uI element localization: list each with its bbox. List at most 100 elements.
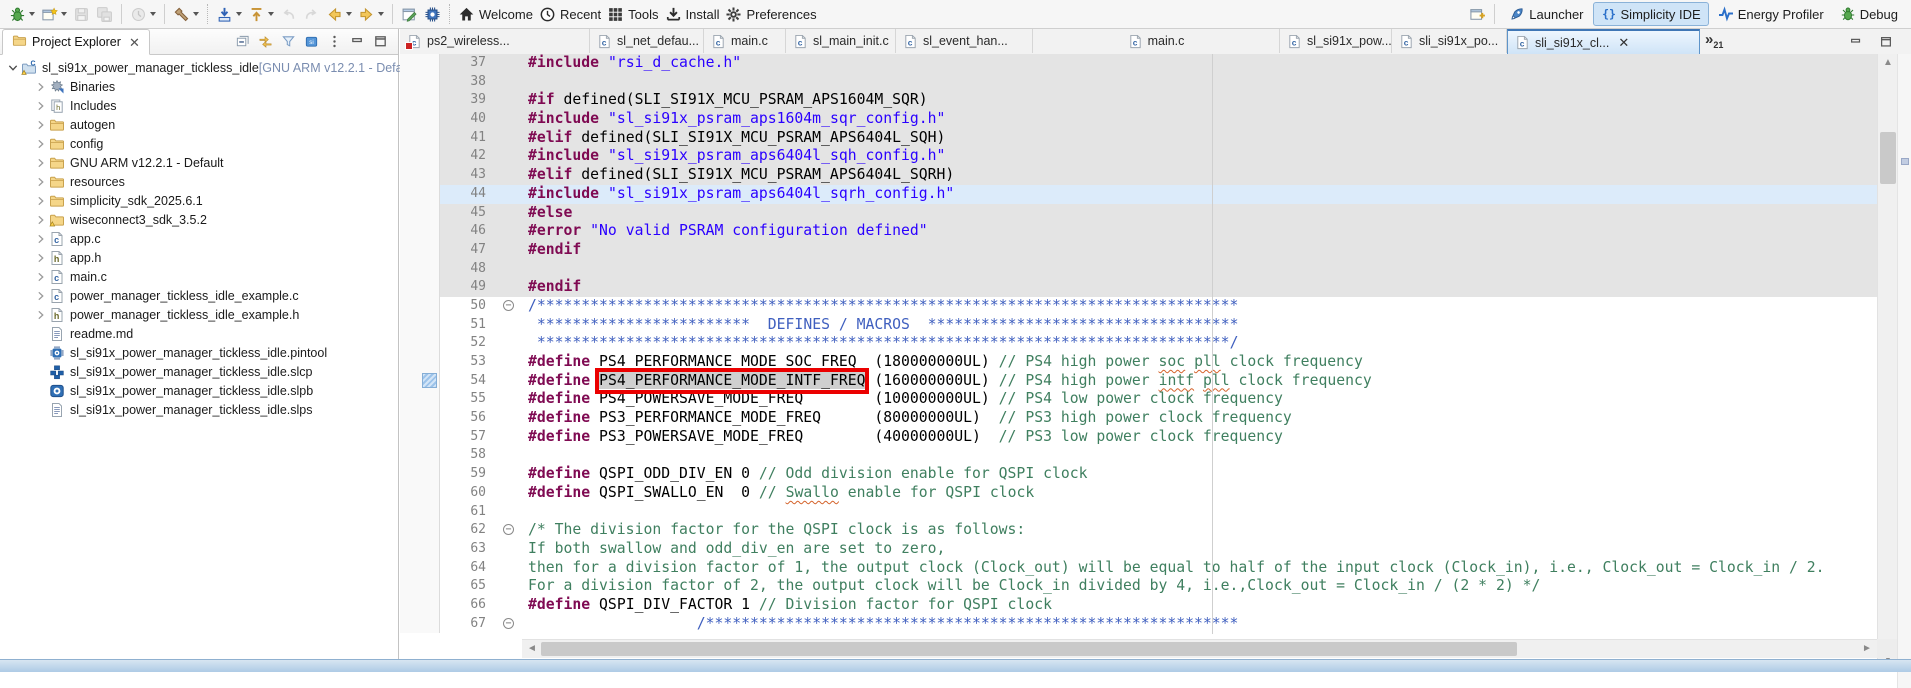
toolbar-button-save-all[interactable] xyxy=(93,2,116,26)
editor-tab-sl-si91x-pow[interactable]: c sl_si91x_pow... xyxy=(1280,29,1392,53)
editor-tab-sli-si91x-cl[interactable]: c sli_si91x_cl... ✕ xyxy=(1507,29,1700,54)
toolbar-button-connect-chip[interactable] xyxy=(421,2,444,26)
chevron-closed-icon[interactable] xyxy=(34,194,48,208)
tree-item-gnu-arm-v12-2-1-default[interactable]: GNU ARM v12.2.1 - Default xyxy=(0,153,398,172)
editor-tab-sl-event-han[interactable]: c sl_event_han... xyxy=(896,29,1033,53)
tree-item-power-manager-tickless-idle-example-h[interactable]: h power_manager_tickless_idle_example.h xyxy=(0,305,398,324)
chevron-down-icon[interactable] xyxy=(346,12,352,16)
tree-item-main-c[interactable]: c main.c xyxy=(0,267,398,286)
toolbar-button-redo[interactable] xyxy=(300,2,323,26)
close-icon[interactable]: ✕ xyxy=(1618,35,1629,51)
minimize-button[interactable] xyxy=(1845,33,1867,51)
menu-preferences[interactable]: Preferences xyxy=(722,2,819,26)
toolbar-button-debug-bug[interactable] xyxy=(6,2,38,26)
overview-marker[interactable] xyxy=(1901,158,1909,165)
perspective-simplicity-ide[interactable]: {} Simplicity IDE xyxy=(1592,2,1709,26)
perspective-debug[interactable]: Debug xyxy=(1833,3,1905,25)
view-toolbar-minimize-button[interactable] xyxy=(346,31,369,52)
toolbar-button-back[interactable] xyxy=(323,2,355,26)
menu-install[interactable]: Install xyxy=(662,2,723,26)
menu-welcome[interactable]: Welcome xyxy=(455,2,536,26)
editor-tab-sli-si91x-po[interactable]: c sli_si91x_po... xyxy=(1392,29,1507,53)
view-toolbar-link-editor-button[interactable] xyxy=(254,31,277,52)
chevron-closed-icon[interactable] xyxy=(34,251,48,265)
tree-item-resources[interactable]: resources xyxy=(0,172,398,191)
collapse-fold-icon[interactable]: − xyxy=(503,299,514,311)
tab-project-explorer[interactable]: Project Explorer ✕ xyxy=(2,29,150,55)
close-icon[interactable]: ✕ xyxy=(129,36,140,49)
toolbar-button-save[interactable] xyxy=(70,2,93,26)
toolbar-button-open-element[interactable] xyxy=(398,2,421,26)
toolbar-button-flash-download[interactable] xyxy=(213,2,245,26)
tree-item-readme-md[interactable]: readme.md xyxy=(0,324,398,343)
tree-item-includes[interactable]: h Includes xyxy=(0,96,398,115)
chevron-down-icon[interactable] xyxy=(236,12,242,16)
chevron-closed-icon[interactable] xyxy=(34,232,48,246)
tree-item-sl-si91x-power-manager-tickless-idle[interactable]: Csl_si91x_power_manager_tickless_idle [G… xyxy=(0,58,403,77)
tree-item-app-c[interactable]: c app.c xyxy=(0,229,398,248)
chevron-closed-icon[interactable] xyxy=(34,99,48,113)
toolbar-button-undo[interactable] xyxy=(277,2,300,26)
chevron-closed-icon[interactable] xyxy=(34,270,48,284)
scroll-right-icon[interactable]: ► xyxy=(1857,640,1877,659)
tree-item-autogen[interactable]: autogen xyxy=(0,115,398,134)
tab-overflow-indicator[interactable]: »21 xyxy=(1705,31,1723,50)
view-toolbar-collapse-all-button[interactable] xyxy=(231,31,254,52)
vertical-scrollbar-thumb[interactable] xyxy=(1880,132,1896,184)
editor-tab-sl-main-init-c[interactable]: c sl_main_init.c xyxy=(786,29,896,53)
collapse-fold-icon[interactable]: − xyxy=(503,617,514,629)
menu-tools[interactable]: Tools xyxy=(604,2,661,26)
toolbar-button-new-wizard[interactable] xyxy=(38,2,70,26)
chevron-open-icon[interactable] xyxy=(6,61,20,75)
tree-item-sl-si91x-power-manager-tickless-idle-slpb[interactable]: sl_si91x_power_manager_tickless_idle.slp… xyxy=(0,381,398,400)
horizontal-scrollbar[interactable]: ◄ ► xyxy=(522,639,1877,658)
toolbar-button-launch-history[interactable] xyxy=(127,2,159,26)
chevron-closed-icon[interactable] xyxy=(34,213,48,227)
horizontal-scrollbar-thumb[interactable] xyxy=(541,642,1517,656)
chevron-down-icon[interactable] xyxy=(378,12,384,16)
scroll-up-icon[interactable]: ▲ xyxy=(1878,54,1898,71)
view-toolbar-maximize-button[interactable] xyxy=(369,31,392,52)
chevron-closed-icon[interactable] xyxy=(34,175,48,189)
tree-item-sl-si91x-power-manager-tickless-idle-slps[interactable]: sl_si91x_power_manager_tickless_idle.slp… xyxy=(0,400,398,419)
tree-item-sl-si91x-power-manager-tickless-idle-pintool[interactable]: sl_si91x_power_manager_tickless_idle.pin… xyxy=(0,343,398,362)
editor-tab-sl-net-defau[interactable]: c sl_net_defau... xyxy=(590,29,704,53)
chevron-closed-icon[interactable] xyxy=(34,137,48,151)
editor-tab-ps2-wireless[interactable]: c ps2_wireless... xyxy=(400,29,590,53)
toolbar-button-upload[interactable] xyxy=(245,2,277,26)
chevron-down-icon[interactable] xyxy=(193,12,199,16)
vertical-scrollbar[interactable]: ▲ ▼ xyxy=(1877,54,1897,668)
view-toolbar-view-menu-button[interactable] xyxy=(323,31,346,52)
chevron-down-icon[interactable] xyxy=(61,12,67,16)
tree-item-config[interactable]: config xyxy=(0,134,398,153)
chevron-closed-icon[interactable] xyxy=(34,118,48,132)
tree-item-power-manager-tickless-idle-example-c[interactable]: c power_manager_tickless_idle_example.c xyxy=(0,286,398,305)
tree-item-wiseconnect3-sdk-3-5-2[interactable]: wiseconnect3_sdk_3.5.2 xyxy=(0,210,398,229)
scroll-left-icon[interactable]: ◄ xyxy=(522,640,542,659)
chevron-closed-icon[interactable] xyxy=(34,289,48,303)
view-toolbar-package-button[interactable]: si xyxy=(300,31,323,52)
code-editor[interactable]: 37 #include "rsi_d_cache.h" 38 39 #if define… xyxy=(400,54,1877,634)
chevron-closed-icon[interactable] xyxy=(34,156,48,170)
editor-tab-main-c[interactable]: c main.c xyxy=(1033,29,1280,53)
collapse-fold-icon[interactable]: − xyxy=(503,524,514,536)
maximize-button[interactable] xyxy=(1875,33,1897,51)
project-tree[interactable]: Csl_si91x_power_manager_tickless_idle [G… xyxy=(0,58,403,419)
tree-item-simplicity-sdk-2025-6-1[interactable]: simplicity_sdk_2025.6.1 xyxy=(0,191,398,210)
perspective-energy-profiler[interactable]: Energy Profiler xyxy=(1711,3,1831,25)
tree-item-binaries[interactable]: Binaries xyxy=(0,77,398,96)
chevron-down-icon[interactable] xyxy=(150,12,156,16)
toolbar-button-build-hammer[interactable] xyxy=(170,2,202,26)
overview-ruler[interactable] xyxy=(1897,54,1911,688)
editor-tab-main-c[interactable]: c main.c xyxy=(704,29,786,53)
open-perspective-button[interactable] xyxy=(1466,2,1489,26)
tree-item-app-h[interactable]: h app.h xyxy=(0,248,398,267)
menu-recent[interactable]: Recent xyxy=(536,2,604,26)
toolbar-button-forward[interactable] xyxy=(355,2,387,26)
perspective-launcher[interactable]: Launcher xyxy=(1502,3,1590,25)
chevron-closed-icon[interactable] xyxy=(34,308,48,322)
chevron-down-icon[interactable] xyxy=(29,12,35,16)
view-toolbar-filter-button[interactable] xyxy=(277,31,300,52)
chevron-closed-icon[interactable] xyxy=(34,80,48,94)
chevron-down-icon[interactable] xyxy=(268,12,274,16)
